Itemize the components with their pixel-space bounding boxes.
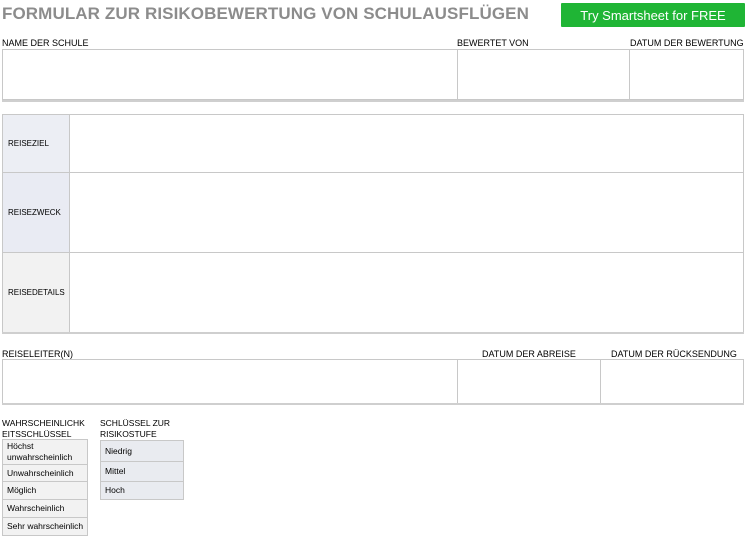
try-smartsheet-button[interactable]: Try Smartsheet for FREE xyxy=(561,3,745,27)
details-label: REISEDETAILS xyxy=(2,252,70,333)
purpose-field[interactable] xyxy=(69,172,744,253)
departure-date-field[interactable] xyxy=(457,359,601,404)
return-date-field[interactable] xyxy=(600,359,744,404)
destination-field[interactable] xyxy=(69,114,744,173)
risk-level-item: Mittel xyxy=(100,461,184,482)
likelihood-item: Wahrscheinlich xyxy=(2,499,88,518)
school-name-field[interactable] xyxy=(2,49,458,100)
evaluated-by-field[interactable] xyxy=(457,49,630,100)
risk-key-heading: SCHLÜSSEL ZUR RISIKOSTUFE xyxy=(100,418,171,439)
leader-label: REISELEITER(N) xyxy=(2,349,74,359)
risk-level-item: Niedrig xyxy=(100,440,184,462)
risk-level-item: Hoch xyxy=(100,481,184,500)
school-name-label: NAME DER SCHULE xyxy=(2,38,89,48)
likelihood-item: Unwahrscheinlich xyxy=(2,464,88,482)
evaluation-date-field[interactable] xyxy=(629,49,744,100)
return-date-label: DATUM DER RÜCKSENDUNG xyxy=(611,349,737,359)
purpose-label: REISEZWECK xyxy=(2,172,70,253)
leader-field[interactable] xyxy=(2,359,458,404)
evaluation-date-label: DATUM DER BEWERTUNG xyxy=(630,38,744,48)
likelihood-item: Höchst unwahrscheinlich xyxy=(2,439,88,465)
destination-label: REISEZIEL xyxy=(2,114,70,173)
page-title: FORMULAR ZUR RISIKOBEWERTUNG VON SCHULAU… xyxy=(2,4,529,23)
evaluated-by-label: BEWERTET VON xyxy=(457,38,529,48)
likelihood-key-heading: WAHRSCHEINLICHKEITSSCHLÜSSEL xyxy=(2,418,85,439)
details-field[interactable] xyxy=(69,252,744,333)
section-divider xyxy=(2,100,744,102)
likelihood-item: Sehr wahrscheinlich xyxy=(2,517,88,536)
likelihood-item: Möglich xyxy=(2,481,88,500)
section-divider xyxy=(2,403,744,405)
departure-date-label: DATUM DER ABREISE xyxy=(482,349,576,359)
section-divider xyxy=(2,332,744,334)
